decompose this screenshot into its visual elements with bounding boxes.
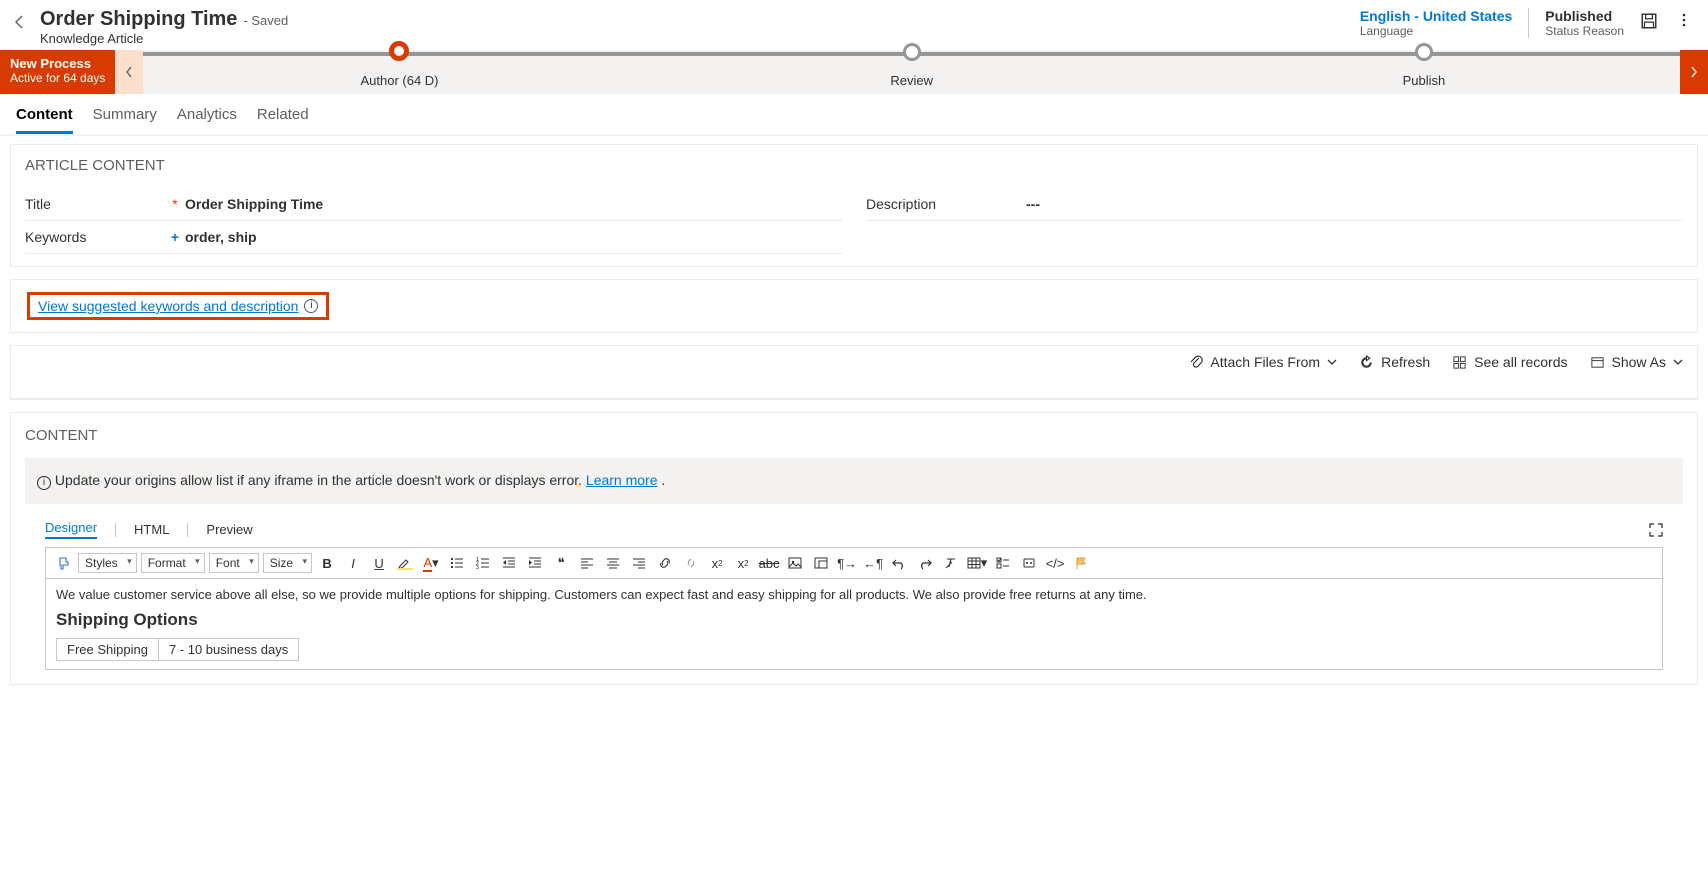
toolbar-flag[interactable] [1070, 552, 1092, 574]
info-banner: i Update your origins allow list if any … [25, 458, 1683, 504]
editor-content[interactable]: We value customer service above all else… [46, 579, 1662, 669]
stage-dot-icon [903, 43, 921, 61]
divider [115, 523, 116, 537]
tab-related[interactable]: Related [257, 106, 309, 134]
expand-icon[interactable] [1649, 523, 1663, 537]
chevron-down-icon [1327, 357, 1337, 367]
toolbar-table[interactable]: ▾ [966, 552, 988, 574]
toolbar-clear-format[interactable] [940, 552, 962, 574]
toolbar-italic[interactable]: I [342, 552, 364, 574]
toolbar-redo[interactable] [914, 552, 936, 574]
process-scroll-left[interactable] [115, 50, 143, 94]
chevron-down-icon [1673, 357, 1683, 367]
language-label: Language [1360, 24, 1512, 38]
editor-tab-designer[interactable]: Designer [45, 520, 97, 539]
attach-files-button[interactable]: Attach Files From [1189, 354, 1337, 370]
show-as-button[interactable]: Show As [1590, 354, 1683, 370]
toolbar-superscript[interactable]: x2 [706, 552, 728, 574]
tab-analytics[interactable]: Analytics [177, 106, 237, 134]
learn-more-link[interactable]: Learn more [586, 472, 658, 488]
stage-dot-icon [1415, 43, 1433, 61]
toolbar-font-select[interactable]: Font [209, 553, 259, 573]
save-status: - Saved [243, 13, 288, 28]
toolbar-iframe[interactable] [810, 552, 832, 574]
section-title: CONTENT [25, 427, 1683, 444]
process-active-for: Active for 64 days [10, 71, 105, 85]
stage-dot-icon [389, 41, 409, 61]
toolbar-ltr[interactable]: ¶→ [836, 552, 858, 574]
view-suggested-link[interactable]: View suggested keywords and description [38, 298, 298, 314]
language-value[interactable]: English - United States [1360, 8, 1512, 24]
see-all-records-button[interactable]: See all records [1452, 354, 1567, 370]
page-title: Order Shipping Time [40, 8, 237, 31]
editor-tab-preview[interactable]: Preview [206, 522, 252, 537]
recommended-icon: + [165, 229, 185, 245]
toolbar-subscript[interactable]: x2 [732, 552, 754, 574]
toolbar-size-select[interactable]: Size [263, 553, 312, 573]
process-name: New Process [10, 56, 105, 71]
section-title: ARTICLE CONTENT [25, 157, 1683, 174]
status-value: Published [1545, 8, 1624, 24]
suggestion-section: View suggested keywords and description … [10, 279, 1698, 333]
toolbar-styles-select[interactable]: Styles [78, 553, 137, 573]
toolbar-outdent[interactable] [498, 552, 520, 574]
toolbar-checklist[interactable] [992, 552, 1014, 574]
back-button[interactable] [12, 14, 28, 30]
toolbar-align-center[interactable] [602, 552, 624, 574]
divider [1528, 8, 1529, 38]
keywords-field[interactable]: Keywords + order, ship [25, 221, 842, 254]
suggestion-highlight: View suggested keywords and description … [27, 292, 329, 320]
editor-tab-html[interactable]: HTML [134, 522, 169, 537]
toolbar-font-color[interactable]: A▾ [420, 552, 442, 574]
process-scroll-right[interactable] [1680, 50, 1708, 94]
title-field[interactable]: Title * Order Shipping Time [25, 188, 842, 221]
toolbar-bold[interactable]: B [316, 552, 338, 574]
toolbar-indent[interactable] [524, 552, 546, 574]
grid-icon [1452, 355, 1467, 370]
divider [187, 523, 188, 537]
toolbar-highlight[interactable] [394, 552, 416, 574]
toolbar-rtl[interactable]: ←¶ [862, 552, 884, 574]
entity-subtitle: Knowledge Article [40, 31, 1348, 46]
tab-content[interactable]: Content [16, 106, 73, 134]
toolbar-image[interactable] [784, 552, 806, 574]
svg-text:3: 3 [476, 565, 479, 570]
toolbar-assistant[interactable] [1018, 552, 1040, 574]
toolbar-blockquote[interactable]: ❝ [550, 552, 572, 574]
info-icon[interactable]: i [304, 299, 318, 313]
process-tag[interactable]: New Process Active for 64 days [0, 50, 115, 94]
refresh-icon [1359, 355, 1374, 370]
table-row: Free Shipping 7 - 10 business days [57, 639, 299, 661]
content-editor-section: CONTENT i Update your origins allow list… [10, 412, 1698, 685]
description-field[interactable]: Description --- [866, 188, 1683, 221]
editor-toolbar: Styles Format Font Size B I U A▾ 123 [46, 548, 1662, 579]
shipping-table: Free Shipping 7 - 10 business days [56, 638, 299, 661]
toolbar-number-list[interactable]: 123 [472, 552, 494, 574]
more-menu-icon[interactable] [1676, 12, 1696, 32]
stage-publish[interactable]: Publish [1168, 50, 1680, 94]
toolbar-format-painter[interactable] [52, 552, 74, 574]
toolbar-align-left[interactable] [576, 552, 598, 574]
toolbar-underline[interactable]: U [368, 552, 390, 574]
save-icon[interactable] [1640, 12, 1660, 32]
toolbar-undo[interactable] [888, 552, 910, 574]
toolbar-unlink[interactable] [680, 552, 702, 574]
paperclip-icon [1189, 354, 1203, 370]
stage-review[interactable]: Review [656, 50, 1168, 94]
layout-icon [1590, 355, 1605, 370]
required-icon: * [165, 196, 185, 212]
attachments-section: Attach Files From Refresh See all record… [10, 345, 1698, 400]
info-icon: i [37, 476, 51, 490]
tab-summary[interactable]: Summary [93, 106, 157, 134]
toolbar-link[interactable] [654, 552, 676, 574]
toolbar-format-select[interactable]: Format [141, 553, 205, 573]
stage-author[interactable]: Author (64 D) [143, 50, 655, 94]
toolbar-bullet-list[interactable] [446, 552, 468, 574]
refresh-button[interactable]: Refresh [1359, 354, 1430, 370]
toolbar-align-right[interactable] [628, 552, 650, 574]
toolbar-strikethrough[interactable]: abc [758, 552, 780, 574]
toolbar-source[interactable]: </> [1044, 552, 1066, 574]
article-content-section: ARTICLE CONTENT Title * Order Shipping T… [10, 144, 1698, 267]
status-label: Status Reason [1545, 24, 1624, 38]
